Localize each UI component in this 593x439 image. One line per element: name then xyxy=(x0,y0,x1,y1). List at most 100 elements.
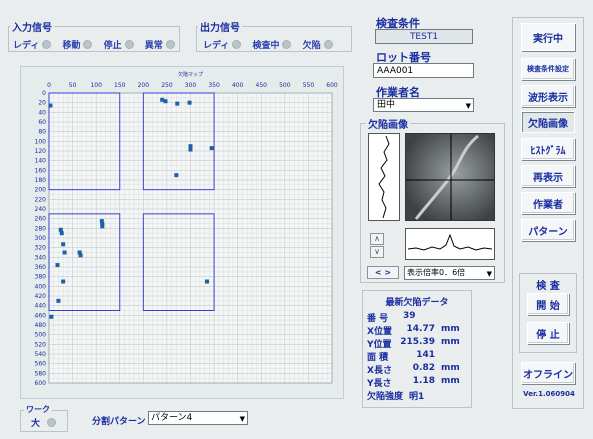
defect-point xyxy=(175,101,180,106)
chevron-down-icon: ▼ xyxy=(239,415,245,423)
defect-point xyxy=(55,263,60,268)
input-error-indicator: 異常 xyxy=(145,38,175,51)
y-tick-label: 320 xyxy=(35,245,47,252)
y-tick-label: 540 xyxy=(35,351,47,358)
y-tick-label: 240 xyxy=(35,206,47,213)
y-tick-label: 340 xyxy=(35,254,47,261)
defect-point xyxy=(62,250,67,255)
output-signal-title: 出力信号 xyxy=(198,19,242,34)
defect-point xyxy=(59,231,64,236)
horizontal-profile-wave xyxy=(407,233,493,251)
y-tick-label: 500 xyxy=(35,332,47,339)
histogram-button[interactable]: ﾋｽﾄｸﾞﾗﾑ xyxy=(521,138,575,160)
defect-row-y-length: Y長さ 1.18 mm xyxy=(367,376,460,389)
condition-field: TEST1 xyxy=(375,29,473,44)
y-tick-label: 60 xyxy=(38,119,46,126)
x-tick-label: 300 xyxy=(185,82,197,89)
stop-button[interactable]: 停 止 xyxy=(527,322,569,344)
split-pattern-select[interactable]: パターン4 ▼ xyxy=(148,411,248,425)
x-tick-label: 500 xyxy=(279,82,291,89)
up-button[interactable]: ∧ xyxy=(370,233,384,245)
inspection-condition-button[interactable]: 検査条件設定 xyxy=(521,58,575,80)
defect-point xyxy=(100,224,105,229)
control-sidebar: 実行中 検査条件設定 波形表示 欠陥画像 ﾋｽﾄｸﾞﾗﾑ 再表示 作業者 パター… xyxy=(512,17,584,409)
defect-row-x-length: X長さ 0.82 mm xyxy=(367,363,460,376)
defect-point xyxy=(188,147,193,152)
status-indicator: 実行中 xyxy=(521,23,575,51)
y-tick-label: 180 xyxy=(35,177,47,184)
y-tick-label: 120 xyxy=(35,148,47,155)
defect-point xyxy=(163,99,168,104)
operator-button[interactable]: 作業者 xyxy=(521,192,575,214)
output-defect-indicator: 欠陥 xyxy=(303,38,333,51)
defect-image-view xyxy=(405,133,495,221)
defect-map-panel: 欠陥マップ 0 50 100 150 200 250 300 350 400 450 500 550 60… xyxy=(20,66,344,399)
y-tick-label: 160 xyxy=(35,167,47,174)
display-scale-value: 表示倍率0．6倍 xyxy=(407,268,466,277)
lot-number-input[interactable]: AAA001 xyxy=(373,63,474,78)
defect-point xyxy=(61,279,66,284)
defect-row-x-position: X位置 14.77 mm xyxy=(367,324,460,337)
y-tick-label: 400 xyxy=(35,283,47,290)
input-ready-indicator: レディ xyxy=(13,38,52,51)
x-tick-label: 600 xyxy=(326,82,338,89)
pattern-button[interactable]: パターン xyxy=(521,219,575,241)
output-inspecting-indicator: 検査中 xyxy=(252,38,292,51)
x-tick-label: 200 xyxy=(138,82,150,89)
y-tick-label: 140 xyxy=(35,158,47,165)
defect-row-number: 番 号 39 xyxy=(367,311,416,324)
start-button[interactable]: 開 始 xyxy=(527,293,569,315)
left-right-button[interactable]: < > xyxy=(367,266,399,279)
inspection-window: レディ 移動 停止 異常 入力信号 レディ 検査中 欠陥 出力信号 検査条件 T… xyxy=(0,0,593,439)
y-tick-label: 20 xyxy=(38,100,46,107)
defect-map-chart: 欠陥マップ0 50 100 150 200 250 300 350 400 450 500 550 60… xyxy=(35,71,338,387)
x-tick-label: 100 xyxy=(90,82,102,89)
y-tick-label: 300 xyxy=(35,235,47,242)
y-tick-label: 420 xyxy=(35,293,47,300)
defect-image-render xyxy=(406,134,494,220)
y-tick-label: 40 xyxy=(38,109,46,116)
latest-defect-panel: 最新欠陥データ 番 号 39 X位置 14.77 mm Y位置 215.39 mm 面 積… xyxy=(362,290,472,408)
y-tick-label: 260 xyxy=(35,216,47,223)
horizontal-profile xyxy=(405,228,495,260)
defect-point xyxy=(49,314,54,319)
defect-image-title: 欠陥画像 xyxy=(366,116,410,131)
offline-button[interactable]: オフライン xyxy=(521,362,575,384)
inspection-control-title: 検 査 xyxy=(536,281,560,292)
defect-point xyxy=(205,279,210,284)
vertical-profile-wave xyxy=(378,135,390,219)
operator-select[interactable]: 田中 ▼ xyxy=(373,98,474,112)
y-tick-label: 580 xyxy=(35,370,47,377)
defect-image-button[interactable]: 欠陥画像 xyxy=(521,111,575,133)
defect-point xyxy=(78,253,83,258)
chevron-down-icon: ▼ xyxy=(486,270,492,278)
defect-point xyxy=(187,100,192,105)
y-tick-label: 0 xyxy=(42,90,46,97)
down-button[interactable]: ∨ xyxy=(370,246,384,258)
defect-point xyxy=(174,173,179,178)
vertical-profile xyxy=(368,133,400,221)
y-tick-label: 100 xyxy=(35,138,47,145)
defect-row-area: 面 積 141 xyxy=(367,350,435,363)
y-tick-label: 480 xyxy=(35,322,47,329)
map-title: 欠陥マップ xyxy=(178,71,203,78)
chevron-down-icon: ▼ xyxy=(465,102,471,110)
input-move-indicator: 移動 xyxy=(62,38,93,51)
y-tick-label: 200 xyxy=(35,187,47,194)
x-tick-label: 550 xyxy=(303,82,315,89)
defect-row-intensity: 欠陥強度 明1 xyxy=(367,392,425,402)
waveform-button[interactable]: 波形表示 xyxy=(521,85,575,107)
y-tick-label: 80 xyxy=(38,129,46,136)
output-ready-indicator: レディ xyxy=(203,38,242,51)
defect-point xyxy=(61,242,66,247)
x-tick-label: 450 xyxy=(256,82,268,89)
y-tick-label: 280 xyxy=(35,225,47,232)
work-size-value: 大 xyxy=(31,419,41,429)
redisplay-button[interactable]: 再表示 xyxy=(521,165,575,187)
defect-point xyxy=(209,146,214,151)
split-pattern-label: 分割パターン xyxy=(92,417,146,427)
operator-value: 田中 xyxy=(377,100,396,110)
input-signal-title: 入力信号 xyxy=(10,19,54,34)
display-scale-select[interactable]: 表示倍率0．6倍 ▼ xyxy=(404,266,495,280)
y-tick-label: 380 xyxy=(35,274,47,281)
